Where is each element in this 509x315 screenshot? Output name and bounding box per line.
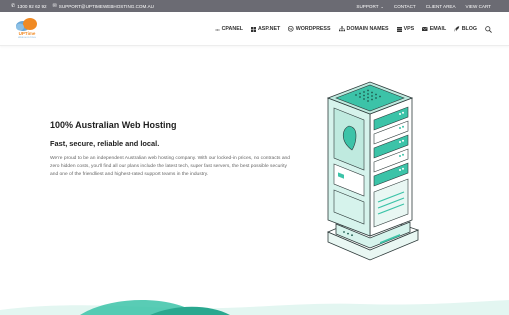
email-link[interactable]: ✉ SUPPORT@UPTIMEWEBHOSTING.COM.AU xyxy=(52,2,154,9)
nav-label-cpanel: CPANEL xyxy=(221,26,243,32)
logo-text: UPTime xyxy=(18,31,36,36)
phone-link[interactable]: ✆ 1300 92 62 92 xyxy=(11,2,47,9)
nav-label-domain-names: DOMAIN NAMES xyxy=(346,26,389,32)
nav-item-cpanel[interactable]: ••• CPANEL xyxy=(215,26,243,32)
nav-item-aspnet[interactable]: ASP.NET xyxy=(250,26,281,32)
hero-paragraph: We're proud to be an independent Austral… xyxy=(50,156,290,177)
chevron-down-icon: ⌄ xyxy=(380,3,384,9)
nav-item-blog[interactable]: BLOG xyxy=(454,26,477,32)
wordpress-icon: W xyxy=(288,26,294,32)
nav-label-vps: VPS xyxy=(403,26,415,32)
nav-label-aspnet: ASP.NET xyxy=(257,26,281,32)
search-icon[interactable] xyxy=(485,25,492,33)
nav-item-wordpress[interactable]: W WORDPRESS xyxy=(288,26,331,32)
nav-label-blog: BLOG xyxy=(461,26,477,32)
top-bar: ✆ 1300 92 62 92 ✉ SUPPORT@UPTIMEWEBHOSTI… xyxy=(0,0,509,12)
hero-section: 100% Australian Web Hosting Fast, secure… xyxy=(0,47,509,315)
phone-icon: ✆ xyxy=(11,2,16,9)
nav-item-email[interactable]: EMAIL xyxy=(422,26,446,32)
cloud-logo-icon xyxy=(16,18,37,31)
sitemap-icon xyxy=(338,26,345,32)
hero-title: 100% Australian Web Hosting xyxy=(50,120,177,130)
main-nav: ••• CPANEL ASP.NET W WORDPRESS DOMAIN NA… xyxy=(215,12,492,46)
site-logo[interactable]: UPTime WEB HOSTING xyxy=(12,16,42,42)
bottom-wave-decoration xyxy=(0,299,509,315)
hero-subtitle: Fast, secure, reliable and local. xyxy=(50,139,160,148)
envelope-icon: ✉ xyxy=(52,2,57,9)
email-address: SUPPORT@UPTIMEWEBHOSTING.COM.AU xyxy=(58,3,154,9)
nav-label-email: EMAIL xyxy=(429,26,447,32)
main-header: UPTime WEB HOSTING ••• CPANEL ASP.NET W … xyxy=(0,12,509,46)
envelope-icon xyxy=(422,26,428,32)
top-link-support-label: SUPPORT xyxy=(356,3,379,9)
server-icon xyxy=(396,26,402,32)
top-bar-links: SUPPORT ⌄ CONTACT CLIENT AREA VIEW CART xyxy=(356,0,491,12)
nav-label-wordpress: WORDPRESS xyxy=(295,26,331,32)
top-link-contact[interactable]: CONTACT xyxy=(394,4,416,9)
top-link-client-area[interactable]: CLIENT AREA xyxy=(426,4,456,9)
phone-number: 1300 92 62 92 xyxy=(17,3,47,9)
nav-item-vps[interactable]: VPS xyxy=(396,26,415,32)
top-link-support[interactable]: SUPPORT ⌄ xyxy=(356,4,383,9)
windows-icon xyxy=(250,26,256,32)
top-bar-contact: ✆ 1300 92 62 92 ✉ SUPPORT@UPTIMEWEBHOSTI… xyxy=(11,0,154,12)
rocket-icon xyxy=(454,26,460,32)
server-illustration xyxy=(326,81,420,261)
logo-subtext: WEB HOSTING xyxy=(18,37,36,39)
nav-item-domain-names[interactable]: DOMAIN NAMES xyxy=(338,26,389,32)
top-link-view-cart[interactable]: VIEW CART xyxy=(466,4,491,9)
cpanel-icon: ••• xyxy=(215,26,220,32)
